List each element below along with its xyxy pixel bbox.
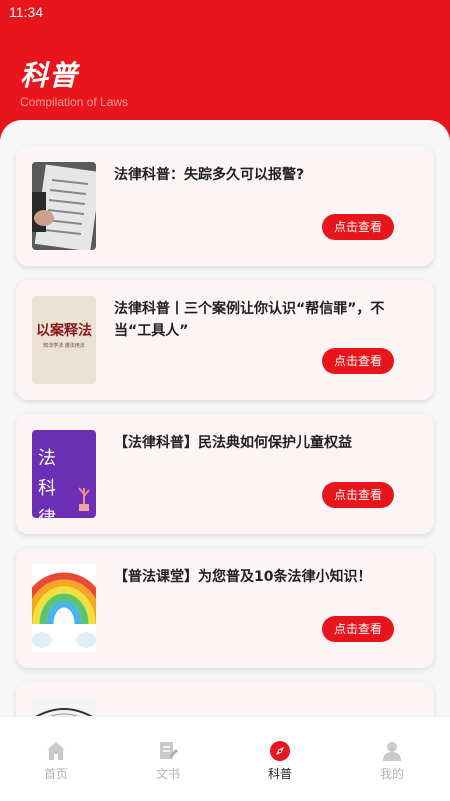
tab-documents[interactable]: 文书 xyxy=(112,717,224,801)
user-icon xyxy=(383,742,401,761)
view-button[interactable]: 点击查看 xyxy=(322,214,394,240)
law-popularization-thumbnail: 法科律普 xyxy=(32,430,96,518)
newspaper-photo-thumbnail xyxy=(32,162,96,250)
view-button[interactable]: 点击查看 xyxy=(322,616,394,642)
article-card[interactable] xyxy=(16,682,434,720)
page-subtitle: Compilation of Laws xyxy=(20,95,129,109)
thumb-banner-text: 以案释法 xyxy=(36,323,92,339)
status-time: 11:34 xyxy=(9,4,43,20)
plant-icon xyxy=(78,487,90,511)
article-title: 【普法课堂】为您普及10条法律小知识！ xyxy=(114,569,372,585)
document-icon xyxy=(160,742,178,759)
home-icon xyxy=(47,742,65,760)
article-card[interactable]: 【普法课堂】为您普及10条法律小知识！ 点击查看 xyxy=(16,548,434,668)
compass-icon xyxy=(270,741,290,761)
tab-science[interactable]: 科普 xyxy=(224,717,336,801)
tab-label: 科普 xyxy=(267,767,292,781)
article-title: 法律科普丨三个案例让你认识“帮信罪”，不当“工具人” xyxy=(114,301,385,339)
thumb-banner-subtext: 知法学法 遵法用法 xyxy=(43,343,85,349)
tab-label: 文书 xyxy=(155,767,180,781)
tab-bar: 首页 文书 科普 我的 xyxy=(0,716,450,801)
case-law-banner-thumbnail: 以案释法 知法学法 遵法用法 xyxy=(32,296,96,384)
page-title: 科普 xyxy=(20,59,79,92)
article-list[interactable]: 法律科普：失踪多久可以报警? 点击查看 以案释法 知法学法 遵法用法 法律科普丨… xyxy=(0,120,450,720)
tab-home[interactable]: 首页 xyxy=(0,717,112,801)
tab-label: 首页 xyxy=(43,767,68,781)
article-title: 【法律科普】民法典如何保护儿童权益 xyxy=(114,435,352,451)
article-card[interactable]: 法科律普 【法律科普】民法典如何保护儿童权益 点击查看 xyxy=(16,414,434,534)
rainbow-image-thumbnail xyxy=(32,564,96,652)
header: 11:34 科普 Compilation of Laws xyxy=(0,0,450,140)
article-card[interactable]: 法律科普：失踪多久可以报警? 点击查看 xyxy=(16,146,434,266)
article-title: 法律科普：失踪多久可以报警? xyxy=(114,167,305,183)
tab-label: 我的 xyxy=(379,767,404,781)
article-card[interactable]: 以案释法 知法学法 遵法用法 法律科普丨三个案例让你认识“帮信罪”，不当“工具人… xyxy=(16,280,434,400)
view-button[interactable]: 点击查看 xyxy=(322,348,394,374)
tab-mine[interactable]: 我的 xyxy=(336,717,448,801)
view-button[interactable]: 点击查看 xyxy=(322,482,394,508)
